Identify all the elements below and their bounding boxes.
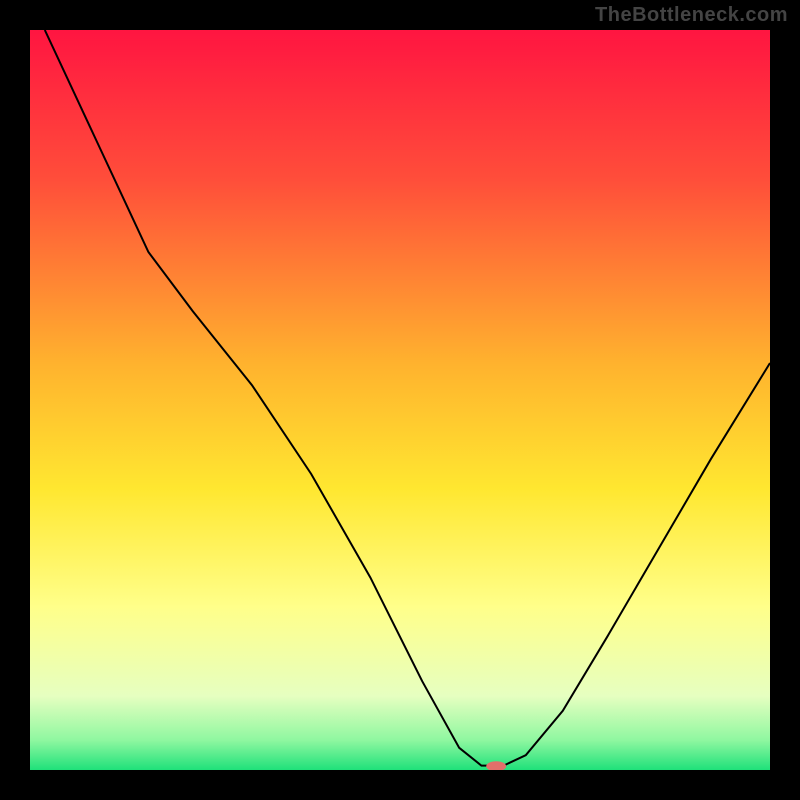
gradient-background: [30, 30, 770, 770]
watermark-text: TheBottleneck.com: [595, 4, 788, 27]
plot-area: [30, 30, 770, 770]
chart-container: TheBottleneck.com: [0, 0, 800, 800]
chart-svg: [30, 30, 770, 770]
